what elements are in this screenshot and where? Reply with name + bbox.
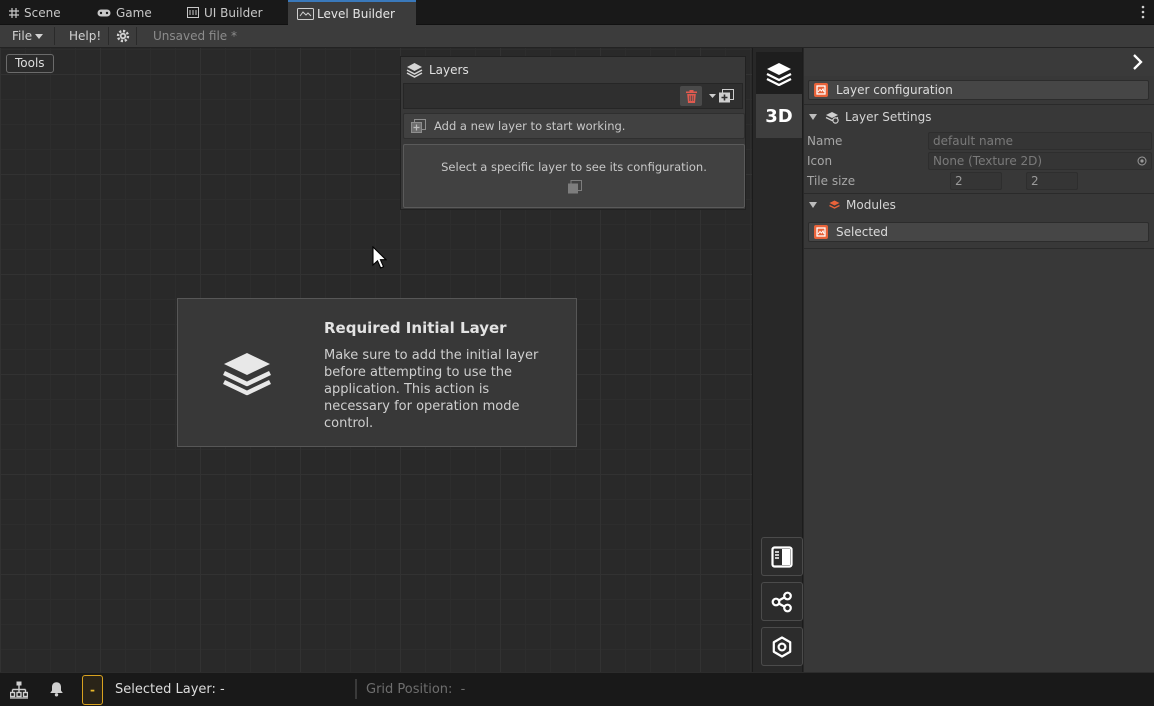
copy-icon bbox=[567, 180, 582, 194]
icon-field-value: None (Texture 2D) bbox=[933, 154, 1043, 168]
tab-game-label: Game bbox=[116, 5, 152, 20]
add-layer-dropdown[interactable] bbox=[706, 87, 736, 105]
share-nodes-icon bbox=[771, 591, 792, 612]
tile-size-y-field[interactable]: 2 bbox=[1026, 172, 1078, 190]
share-button[interactable] bbox=[761, 582, 803, 621]
3d-mode-button[interactable]: 3D bbox=[756, 94, 802, 138]
selected-layer-status: Selected Layer: - bbox=[115, 682, 225, 697]
divider bbox=[804, 104, 1154, 105]
dialog-title: Required Initial Layer bbox=[324, 319, 507, 337]
icon-object-field[interactable]: None (Texture 2D) bbox=[928, 152, 1152, 170]
modules-icon bbox=[829, 200, 840, 209]
trash-icon bbox=[685, 89, 697, 103]
layer-settings-title: Layer Settings bbox=[845, 110, 932, 124]
level-builder-icon bbox=[297, 7, 314, 20]
gear-icon bbox=[116, 29, 130, 43]
tab-game[interactable]: Game bbox=[88, 0, 161, 25]
status-badge[interactable]: - bbox=[82, 675, 103, 705]
mouse-cursor-icon bbox=[372, 246, 387, 269]
tile-size-label: Tile size bbox=[807, 174, 856, 188]
module-icon bbox=[814, 225, 828, 239]
3d-mode-label: 3D bbox=[765, 105, 793, 127]
layer-config-icon bbox=[814, 83, 828, 97]
window-tab-bar: Scene Game UI Builder Level Builder bbox=[0, 0, 1154, 25]
add-layer-hint[interactable]: Add a new layer to start working. bbox=[403, 113, 745, 139]
panel-layout-button[interactable] bbox=[761, 537, 803, 576]
gamepad-icon bbox=[97, 9, 111, 16]
main-toolbar: File Help! Unsaved file * bbox=[0, 25, 1154, 48]
dropdown-arrow-icon bbox=[708, 94, 716, 98]
mode-strip: 3D bbox=[754, 48, 803, 672]
layers-stack-icon bbox=[223, 353, 271, 396]
foldout-arrow-icon bbox=[809, 202, 817, 208]
layers-icon bbox=[406, 62, 423, 78]
add-layer-icon bbox=[411, 119, 426, 133]
foldout-arrow-icon bbox=[809, 114, 817, 120]
grid-icon bbox=[9, 7, 19, 18]
tab-level-builder-label: Level Builder bbox=[317, 6, 395, 21]
tools-button[interactable]: Tools bbox=[6, 54, 54, 73]
layer-settings-foldout[interactable]: Layer Settings bbox=[804, 106, 932, 128]
status-separator bbox=[355, 679, 357, 699]
select-layer-hint-text: Select a specific layer to see its confi… bbox=[441, 160, 707, 174]
ui-builder-icon bbox=[187, 7, 199, 18]
hierarchy-icon[interactable] bbox=[10, 681, 28, 699]
file-menu-label: File bbox=[12, 29, 33, 43]
icon-label: Icon bbox=[807, 154, 833, 168]
layer-configuration-button[interactable]: Layer configuration bbox=[808, 80, 1149, 100]
layers-panel: Layers Add a new layer to start working.… bbox=[400, 56, 746, 210]
tab-scene-label: Scene bbox=[24, 5, 61, 20]
more-options-icon[interactable] bbox=[1140, 5, 1146, 19]
sidebar-panel-icon bbox=[771, 545, 793, 568]
tile-size-x-field[interactable]: 2 bbox=[950, 172, 1002, 190]
grid-position-status: Grid Position: - bbox=[366, 682, 466, 697]
chevron-right-icon[interactable] bbox=[1132, 53, 1144, 71]
dialog-message: Make sure to add the initial layer befor… bbox=[324, 348, 539, 431]
toolbar-separator bbox=[54, 27, 55, 45]
duplicate-layer-icon bbox=[718, 89, 734, 103]
status-bar: - Selected Layer: - Grid Position: - bbox=[0, 672, 1154, 706]
modules-foldout[interactable]: Modules bbox=[804, 194, 896, 216]
name-field[interactable]: default name bbox=[928, 132, 1152, 150]
layer-selection-placeholder: Select a specific layer to see its confi… bbox=[403, 144, 745, 208]
inspector-panel: Layer configuration Layer Settings Name … bbox=[804, 48, 1154, 672]
level-canvas[interactable]: Tools Layers Add a new layer to start wo… bbox=[0, 48, 753, 672]
cog-icon bbox=[772, 635, 792, 658]
inspector-header bbox=[804, 48, 1154, 76]
help-button-label: Help! bbox=[69, 29, 102, 43]
required-layer-dialog: Required Initial Layer Make sure to add … bbox=[177, 298, 577, 447]
tab-ui-builder-label: UI Builder bbox=[204, 5, 263, 20]
toolbar-separator bbox=[136, 27, 137, 45]
modules-title: Modules bbox=[846, 198, 896, 212]
bell-icon[interactable] bbox=[49, 681, 64, 697]
layer-configuration-label: Layer configuration bbox=[836, 83, 953, 97]
file-status: Unsaved file * bbox=[153, 29, 237, 43]
file-menu[interactable]: File bbox=[12, 25, 44, 47]
name-label: Name bbox=[807, 134, 843, 148]
settings-cog-button[interactable] bbox=[761, 627, 803, 666]
layers-toolbar bbox=[403, 83, 743, 109]
layer-settings-icon bbox=[825, 111, 839, 124]
toolbar-separator bbox=[108, 27, 109, 45]
layers-mode-button[interactable] bbox=[756, 52, 802, 96]
layers-panel-header: Layers bbox=[401, 57, 745, 82]
tab-level-builder[interactable]: Level Builder bbox=[288, 0, 416, 25]
delete-layer-button[interactable] bbox=[680, 86, 702, 106]
tab-ui-builder[interactable]: UI Builder bbox=[178, 0, 272, 25]
settings-button[interactable] bbox=[115, 25, 131, 47]
add-layer-hint-text: Add a new layer to start working. bbox=[434, 119, 626, 133]
selected-module-button[interactable]: Selected bbox=[808, 222, 1149, 242]
divider bbox=[804, 248, 1154, 249]
tab-scene[interactable]: Scene bbox=[0, 0, 70, 25]
help-button[interactable]: Help! bbox=[69, 25, 101, 47]
layers-icon bbox=[766, 63, 792, 86]
layers-panel-title: Layers bbox=[429, 62, 469, 77]
selected-module-label: Selected bbox=[836, 225, 889, 239]
dropdown-arrow-icon bbox=[35, 33, 44, 39]
object-picker-icon[interactable] bbox=[1137, 156, 1147, 166]
